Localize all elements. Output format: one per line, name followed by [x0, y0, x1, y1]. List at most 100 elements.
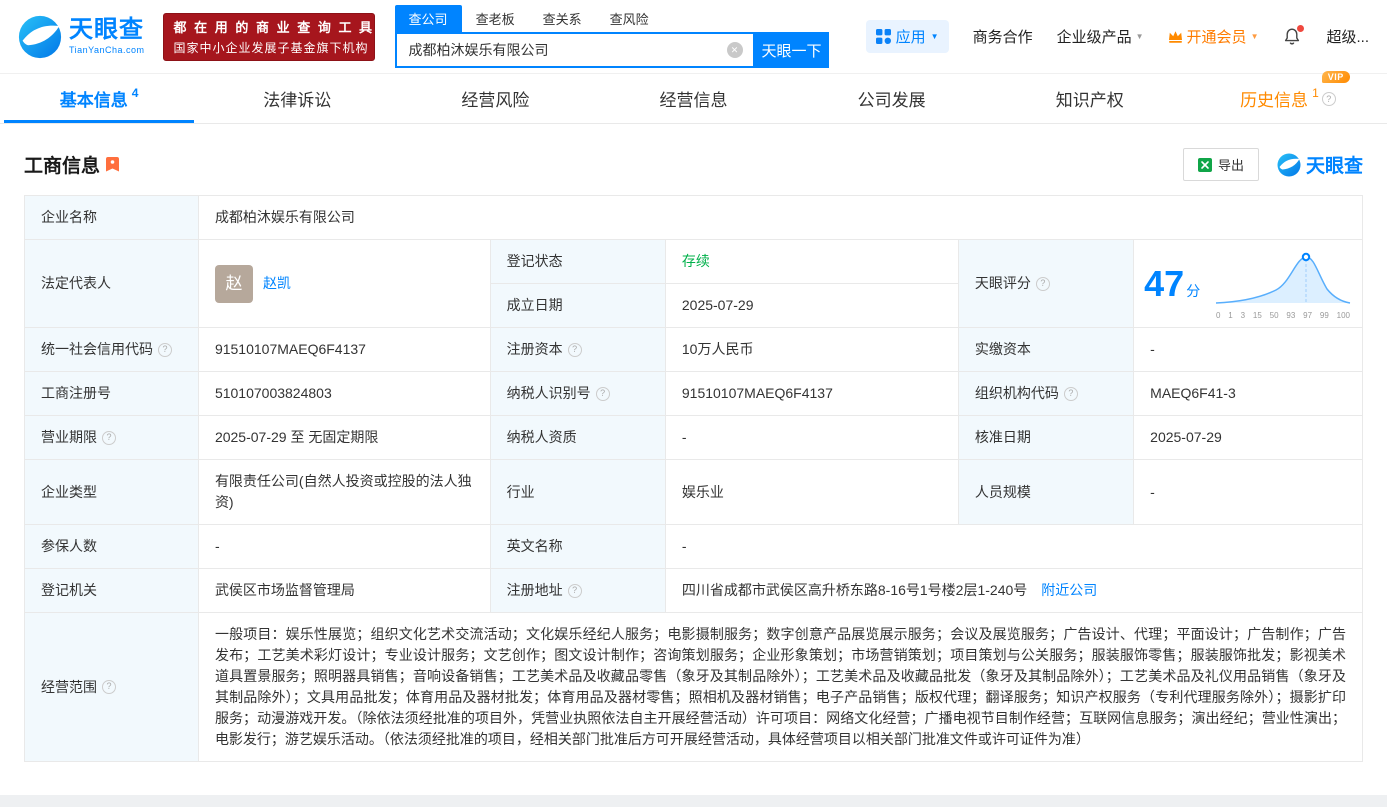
- business-scope-label: 经营范围: [24, 612, 199, 762]
- score-axis-tick: 99: [1319, 310, 1329, 320]
- tianyancha-logo[interactable]: 天眼查 TianYanCha.com: [18, 15, 145, 59]
- nav-open-membership[interactable]: 开通会员 ▼: [1168, 26, 1259, 47]
- reg-number-value: 510107003824803: [197, 371, 491, 416]
- score-label: 天眼评分: [957, 239, 1135, 328]
- top-header: 天眼查 TianYanCha.com 都 在 用 的 商 业 查 询 工 具 国…: [0, 0, 1387, 74]
- export-button[interactable]: 导出: [1182, 148, 1259, 181]
- establish-date-value: 2025-07-29: [664, 283, 959, 328]
- nearby-companies-link[interactable]: 附近公司: [1041, 580, 1097, 601]
- tab-legal-label: 法律诉讼: [263, 91, 332, 110]
- chevron-down-icon: ▼: [1250, 32, 1259, 41]
- reg-capital-label: 注册资本: [489, 327, 666, 372]
- company-type-value: 有限责任公司(自然人投资或控股的法人独资): [197, 459, 491, 525]
- search-box: [394, 32, 755, 68]
- nav-business-cooperation[interactable]: 商务合作: [973, 26, 1033, 47]
- credit-code-value: 91510107MAEQ6F4137: [197, 327, 491, 372]
- tab-intellectual-property[interactable]: 知识产权: [991, 74, 1189, 123]
- tab-company-development[interactable]: 公司发展: [793, 74, 991, 123]
- score-value: 47 分 0 1 3 15 50 93 97 99 100: [1133, 239, 1363, 328]
- staff-size-label-text: 人员规模: [974, 483, 1031, 500]
- section-title-label: 工商信息: [24, 156, 101, 177]
- tab-operating-info[interactable]: 经营信息: [594, 74, 792, 123]
- score-axis-tick: 50: [1269, 310, 1279, 320]
- legal-rep-link[interactable]: 赵凯: [263, 273, 291, 294]
- legal-rep-label: 法定代表人: [24, 239, 199, 328]
- registered-address-value: 四川省成都市武侯区高升桥东路8-16号1号楼2层1-240号 附近公司: [664, 568, 1364, 613]
- search-input[interactable]: [396, 42, 727, 58]
- score-axis-tick: 97: [1303, 310, 1313, 320]
- reg-status-label: 登记状态: [489, 239, 666, 284]
- table-row: 参保人数 - 英文名称 -: [24, 524, 1364, 569]
- help-icon[interactable]: [158, 342, 172, 357]
- establish-date-label-text: 成立日期: [506, 297, 563, 313]
- registration-authority-value: 武侯区市场监督管理局: [197, 568, 491, 613]
- table-row: 经营范围 一般项目：娱乐性展览；组织文化艺术交流活动；文化娱乐经纪人服务；电影摄…: [24, 612, 1364, 762]
- search-tab-relation[interactable]: 查关系: [529, 5, 596, 32]
- export-label: 导出: [1217, 158, 1244, 173]
- score-axis-tick: 93: [1286, 310, 1296, 320]
- approve-date-label-text: 核准日期: [974, 429, 1031, 445]
- search-tab-boss[interactable]: 查老板: [462, 5, 529, 32]
- insured-count-value: -: [197, 524, 491, 569]
- tab-operating-risk[interactable]: 经营风险: [396, 74, 594, 123]
- apps-menu[interactable]: 应用 ▼: [865, 20, 949, 53]
- search-tab-risk[interactable]: 查风险: [596, 5, 663, 32]
- notifications-bell[interactable]: [1282, 25, 1305, 46]
- nav-enterprise-label: 企业级产品: [1056, 29, 1132, 46]
- page-bottom-strip: [0, 795, 1387, 807]
- tab-ip-label: 知识产权: [1055, 91, 1124, 110]
- search-area: 查公司 查老板 查关系 查风险 天眼一下: [394, 5, 829, 68]
- tab-basic-label: 基本信息: [59, 91, 128, 110]
- taxpayer-id-value: 91510107MAEQ6F4137: [664, 371, 959, 416]
- app-grid-icon: [875, 29, 891, 44]
- tab-basic-count: 4: [131, 85, 139, 100]
- table-row: 工商注册号 510107003824803 纳税人识别号 91510107MAE…: [24, 371, 1363, 416]
- notification-dot: [1297, 25, 1305, 32]
- english-name-label-text: 英文名称: [506, 538, 563, 554]
- membership-label: 开通会员: [1186, 29, 1247, 46]
- registration-authority-label-text: 登记机关: [41, 582, 97, 598]
- help-icon[interactable]: [595, 386, 610, 401]
- tianyancha-mini-icon: [1277, 153, 1301, 176]
- clear-search-icon[interactable]: [726, 42, 743, 58]
- help-icon[interactable]: [567, 342, 582, 357]
- help-icon[interactable]: [1063, 386, 1078, 401]
- registered-address-text: 四川省成都市武侯区高升桥东路8-16号1号楼2层1-240号: [681, 582, 1028, 598]
- help-icon[interactable]: [102, 680, 116, 694]
- score-curve: [1215, 252, 1351, 304]
- help-icon[interactable]: [567, 583, 582, 598]
- industry-value: 娱乐业: [664, 459, 959, 525]
- legal-rep-avatar[interactable]: 赵: [214, 264, 253, 303]
- approve-date-label: 核准日期: [957, 415, 1135, 460]
- business-term-value: 2025-07-29 至 无固定期限: [197, 415, 491, 460]
- english-name-value: -: [664, 524, 1364, 569]
- tab-basic-info[interactable]: 基本信息 4: [0, 74, 198, 123]
- help-icon[interactable]: [1035, 276, 1050, 291]
- registration-authority-label: 登记机关: [24, 568, 199, 613]
- nav-super-vip[interactable]: 超级...: [1326, 26, 1369, 47]
- score-label-text: 天眼评分: [974, 275, 1031, 291]
- search-button[interactable]: 天眼一下: [754, 32, 829, 68]
- search-tab-company[interactable]: 查公司: [394, 5, 462, 32]
- search-row: 天眼一下: [394, 32, 829, 68]
- tab-basic-inner: 基本信息 4: [60, 86, 139, 111]
- score-num: 47: [1144, 262, 1185, 304]
- logo-text: 天眼查 TianYanCha.com: [69, 18, 145, 56]
- score-chart: 0 1 3 15 50 93 97 99 100: [1214, 247, 1352, 321]
- score-unit: 分: [1186, 282, 1201, 299]
- banner-line1: 都 在 用 的 商 业 查 询 工 具: [173, 20, 375, 35]
- tab-history-info[interactable]: 历史信息 1 VIP: [1189, 71, 1387, 123]
- tab-legal-proceedings[interactable]: 法律诉讼: [198, 74, 396, 123]
- section-brand-logo: 天眼查: [1277, 151, 1363, 178]
- help-icon[interactable]: [102, 430, 116, 445]
- credit-code-label-text: 统一社会信用代码: [41, 341, 153, 357]
- tab-development-label: 公司发展: [857, 91, 926, 110]
- search-tabs: 查公司 查老板 查关系 查风险: [394, 5, 829, 32]
- company-tab-bar: 基本信息 4 法律诉讼 经营风险 经营信息 公司发展 知识产权 历史信息 1 V…: [0, 71, 1387, 124]
- company-name-label-text: 企业名称: [41, 209, 97, 225]
- table-row: 企业名称 成都柏沐娱乐有限公司: [24, 195, 1364, 240]
- tianyancha-logo-icon: [18, 15, 62, 58]
- help-icon[interactable]: [1321, 91, 1336, 106]
- nav-enterprise-products[interactable]: 企业级产品 ▼: [1057, 26, 1144, 47]
- score-axis-tick: 3: [1240, 310, 1246, 320]
